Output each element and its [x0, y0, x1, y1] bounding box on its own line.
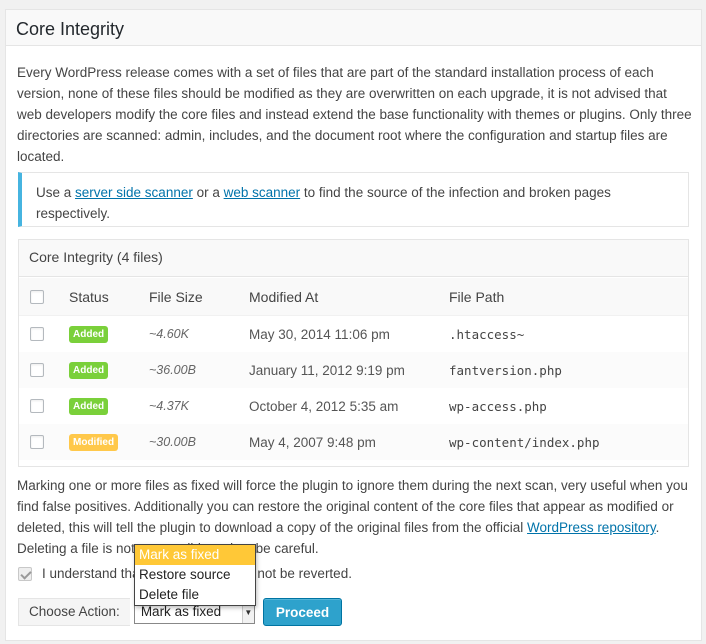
- modified-at: May 30, 2014 11:06 pm: [249, 326, 390, 342]
- row-checkbox[interactable]: [30, 399, 44, 413]
- row-checkbox[interactable]: [30, 327, 44, 341]
- option-mark-as-fixed[interactable]: Mark as fixed: [135, 545, 255, 565]
- modified-at: October 4, 2012 5:35 am: [249, 398, 399, 414]
- notice-text-middle: or a: [192, 185, 224, 200]
- select-all-checkbox[interactable]: [30, 289, 44, 304]
- choose-action-label: Choose Action:: [18, 598, 130, 626]
- action-dropdown-menu: Mark as fixed Restore source Delete file: [134, 544, 256, 606]
- panel-title: Core Integrity: [16, 19, 125, 39]
- header-path: File Path: [449, 288, 505, 305]
- understand-checkbox[interactable]: [18, 566, 32, 581]
- info-notice: Use a server side scanner or a web scann…: [18, 172, 689, 227]
- option-restore-source[interactable]: Restore source: [135, 565, 255, 585]
- intro-text: Every WordPress release comes with a set…: [17, 65, 692, 164]
- file-size: ~30.00B: [149, 435, 196, 449]
- table-row: Added ~4.60K May 30, 2014 11:06 pm .htac…: [19, 316, 688, 352]
- core-integrity-panel: Core Integrity Every WordPress release c…: [5, 9, 702, 641]
- file-size: ~4.60K: [149, 327, 189, 341]
- header-size: File Size: [149, 288, 203, 305]
- modified-at: May 4, 2007 9:48 pm: [249, 434, 376, 450]
- header-modified: Modified At: [249, 288, 319, 305]
- status-badge: Modified: [69, 433, 119, 451]
- proceed-button[interactable]: Proceed: [262, 598, 343, 626]
- table-row: Modified ~30.00B May 4, 2007 9:48 pm wp-…: [19, 424, 688, 460]
- option-delete-file[interactable]: Delete file: [135, 585, 255, 605]
- table-row: Added ~36.00B January 11, 2012 9:19 pm f…: [19, 352, 688, 388]
- file-size: ~4.37K: [149, 399, 189, 413]
- file-path: wp-content/index.php: [449, 434, 600, 450]
- status-badge: Added: [69, 397, 109, 415]
- file-path: .htaccess~: [449, 326, 525, 342]
- status-badge: Added: [69, 361, 109, 379]
- table-header: Status File Size Modified At File Path: [19, 278, 688, 316]
- files-table: Core Integrity (4 files) Status File Siz…: [18, 239, 689, 467]
- row-checkbox[interactable]: [30, 435, 44, 449]
- table-row: Added ~4.37K October 4, 2012 5:35 am wp-…: [19, 388, 688, 424]
- table-caption: Core Integrity (4 files): [19, 240, 688, 277]
- notice-text-before: Use a: [36, 185, 76, 200]
- file-path: wp-access.php: [449, 398, 547, 414]
- modified-at: January 11, 2012 9:19 pm: [249, 362, 405, 378]
- status-badge: Added: [69, 325, 109, 343]
- row-checkbox[interactable]: [30, 363, 44, 377]
- panel-header: Core Integrity: [6, 10, 701, 46]
- wordpress-repository-link[interactable]: WordPress repository: [527, 520, 656, 535]
- file-size: ~36.00B: [149, 363, 196, 377]
- server-side-scanner-link[interactable]: server side scanner: [75, 185, 193, 200]
- file-path: fantversion.php: [449, 362, 562, 378]
- action-select-value: Mark as fixed: [140, 604, 222, 619]
- header-status: Status: [69, 288, 109, 305]
- web-scanner-link[interactable]: web scanner: [224, 185, 301, 200]
- outro-text: Marking one or more files as fixed will …: [17, 475, 693, 559]
